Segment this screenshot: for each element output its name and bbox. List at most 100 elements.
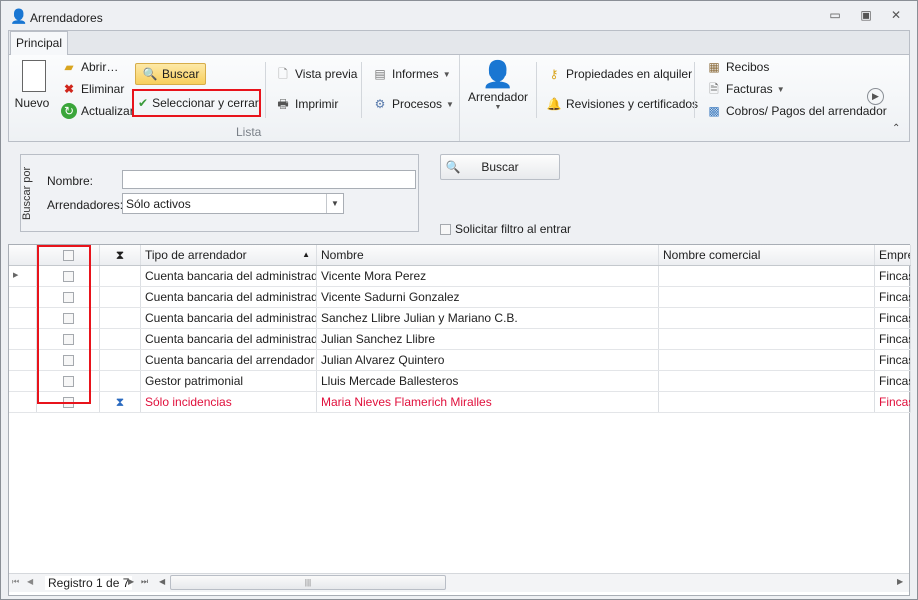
cell-nombre-comercial	[659, 287, 875, 307]
scroll-right-icon[interactable]: ▶	[897, 577, 903, 586]
nombre-label: Nombre:	[47, 174, 94, 188]
prev-record-icon[interactable]: ◀	[27, 577, 33, 586]
next-record-icon[interactable]: ▶	[128, 577, 134, 586]
row-indicator	[9, 287, 37, 307]
row-indicator	[9, 329, 37, 349]
recibos-button[interactable]: Recibos	[726, 60, 769, 74]
buscar-button[interactable]: 🔍 Buscar	[440, 154, 560, 180]
cell-nombre-comercial	[659, 392, 875, 412]
printer-icon: 🖶	[277, 97, 289, 111]
cell-nombre: Julian Alvarez Quintero	[317, 350, 659, 370]
group-label-lista: Lista	[236, 125, 262, 139]
cell-nombre-comercial	[659, 266, 875, 286]
cell-nombre: Sanchez Llibre Julian y Mariano C.B.	[317, 308, 659, 328]
facturas-button[interactable]: Facturas	[726, 82, 773, 96]
report-icon: ▤	[374, 67, 386, 81]
column-header-nombre[interactable]: Nombre	[317, 245, 659, 265]
table-row[interactable]: Gestor patrimonial Lluis Mercade Ballest…	[9, 371, 911, 392]
first-record-icon[interactable]: ⏮	[12, 577, 19, 587]
informes-button[interactable]: Informes	[392, 67, 439, 81]
row-checkbox[interactable]	[62, 292, 74, 304]
table-row[interactable]: Cuenta bancaria del administrador Julian…	[9, 329, 911, 350]
arrendadores-label: Arrendadores:	[47, 198, 124, 212]
cell-tipo: Gestor patrimonial	[141, 371, 317, 391]
row-checkbox[interactable]	[62, 271, 74, 283]
row-indicator	[9, 371, 37, 391]
cell-nombre: Lluis Mercade Ballesteros	[317, 371, 659, 391]
row-checkbox[interactable]	[62, 334, 74, 346]
search-panel-label: Buscar por	[20, 154, 38, 232]
nuevo-button[interactable]: Nuevo	[15, 60, 50, 110]
imprimir-button[interactable]: Imprimir	[295, 97, 338, 111]
nombre-input[interactable]	[122, 170, 416, 189]
abrir-button[interactable]: Abrir…	[81, 60, 118, 74]
procesos-button[interactable]: Procesos	[392, 97, 442, 111]
buscar-label: Buscar	[162, 67, 200, 81]
actualizar-button[interactable]: Actualizar	[81, 104, 134, 118]
table-row[interactable]: Cuenta bancaria del arrendador Julian Al…	[9, 350, 911, 371]
cell-nombre: Vicente Sadurni Gonzalez	[317, 287, 659, 307]
record-counter: Registro 1 de 7	[45, 576, 133, 590]
column-header-empresa[interactable]: Empre	[875, 245, 911, 265]
restore-button[interactable]: ▣	[857, 8, 875, 24]
eliminar-button[interactable]: Eliminar	[81, 82, 124, 96]
table-row[interactable]: ▶ Cuenta bancaria del administrador Vice…	[9, 266, 911, 287]
table-row[interactable]: Cuenta bancaria del administrador Sanche…	[9, 308, 911, 329]
cell-nombre: Julian Sanchez Llibre	[317, 329, 659, 349]
cell-tipo: Cuenta bancaria del administrador	[141, 266, 317, 286]
calculator-icon: ▩	[708, 104, 720, 118]
select-all-checkbox[interactable]	[62, 250, 74, 262]
scroll-left-icon[interactable]: ◀	[159, 577, 165, 586]
row-checkbox[interactable]	[62, 397, 74, 409]
horizontal-scrollbar-thumb[interactable]: |||	[170, 575, 446, 590]
cell-empresa: Fincas	[875, 287, 911, 307]
landlord-icon: 👤	[481, 59, 515, 89]
dropdown-arrow-icon: ▼	[446, 99, 454, 109]
seleccionar-cerrar-button[interactable]: ✔ Seleccionar y cerrar	[132, 89, 261, 117]
gear-icon: ⚙	[374, 97, 386, 111]
seleccionar-label: Seleccionar y cerrar	[152, 96, 259, 110]
preview-icon: 🗋	[278, 67, 288, 81]
status-cell	[100, 329, 141, 349]
row-indicator	[9, 308, 37, 328]
cell-nombre: Maria Nieves Flamerich Miralles	[317, 392, 659, 412]
table-row[interactable]: Cuenta bancaria del administrador Vicent…	[9, 287, 911, 308]
column-header-tipo[interactable]: Tipo de arrendador ▲	[141, 245, 317, 265]
cell-tipo: Cuenta bancaria del administrador	[141, 287, 317, 307]
cell-nombre: Vicente Mora Perez	[317, 266, 659, 286]
cell-empresa: Fincas	[875, 329, 911, 349]
vista-previa-button[interactable]: Vista previa	[295, 67, 357, 81]
arrendadores-select[interactable]: Sólo activos ▼	[122, 193, 344, 214]
hourglass-icon: ⧗	[100, 392, 141, 412]
table-row[interactable]: ⧗ Sólo incidencias Maria Nieves Flameric…	[9, 392, 911, 413]
grid-header: ⧗ Tipo de arrendador ▲ Nombre Nombre come…	[9, 245, 911, 266]
status-cell	[100, 287, 141, 307]
cell-empresa: Fincas	[875, 392, 911, 412]
close-button[interactable]: ✕	[887, 8, 905, 24]
cell-nombre-comercial	[659, 308, 875, 328]
ribbon-scroll-right-button[interactable]: ▶	[867, 88, 884, 105]
row-checkbox[interactable]	[62, 376, 74, 388]
arrendador-button[interactable]: 👤 Arrendador ▼	[466, 58, 530, 111]
cell-tipo: Cuenta bancaria del administrador	[141, 329, 317, 349]
revisiones-button[interactable]: Revisiones y certificados	[566, 97, 698, 111]
collapse-ribbon-icon[interactable]: ⌃	[892, 123, 900, 134]
column-header-nombre-comercial[interactable]: Nombre comercial	[659, 245, 875, 265]
solicitar-filtro-checkbox[interactable]	[440, 223, 451, 235]
invoice-icon: 🗎	[709, 82, 719, 96]
cell-empresa: Fincas	[875, 371, 911, 391]
minimize-button[interactable]: ▭	[826, 8, 844, 24]
row-checkbox[interactable]	[62, 313, 74, 325]
last-record-icon[interactable]: ⏭	[141, 577, 148, 587]
propiedades-button[interactable]: Propiedades en alquiler	[566, 67, 692, 81]
select-check-icon: ✔	[138, 96, 149, 110]
buscar-ribbon-button[interactable]: 🔍 Buscar	[135, 63, 207, 85]
dropdown-arrow-icon: ▼	[442, 69, 451, 79]
tab-principal[interactable]: Principal	[10, 31, 68, 55]
chevron-down-icon: ▼	[326, 194, 343, 213]
row-checkbox[interactable]	[62, 355, 74, 367]
cobros-button[interactable]: Cobros/ Pagos del arrendador	[726, 104, 887, 118]
row-indicator	[9, 350, 37, 370]
buscar-button-label: Buscar	[481, 160, 519, 174]
hourglass-icon: ⧗	[100, 245, 141, 265]
